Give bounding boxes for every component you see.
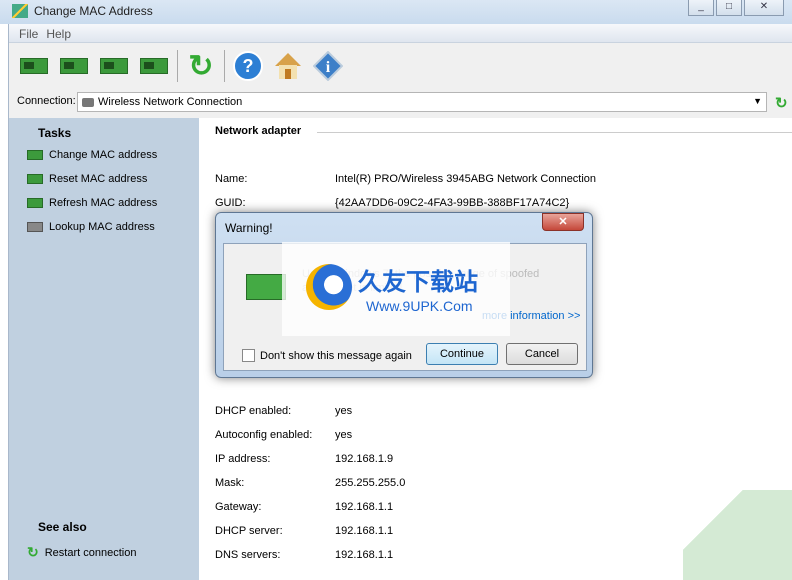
- detail-value: 192.168.1.9: [335, 453, 394, 465]
- detail-label: DNS servers:: [215, 549, 281, 561]
- detail-value: 192.168.1.1: [335, 501, 394, 513]
- network-icon: [82, 98, 94, 107]
- detail-value: Intel(R) PRO/Wireless 3945ABG Network Co…: [335, 173, 597, 185]
- network-card-tools-icon: [246, 274, 286, 300]
- connection-label: Connection:: [17, 95, 76, 107]
- menu-help[interactable]: Help: [44, 24, 77, 41]
- change-mac-button[interactable]: [17, 49, 51, 83]
- toolbar: ↻ ? i: [9, 46, 345, 86]
- svg-text:?: ?: [243, 56, 254, 76]
- binoculars-icon: [27, 222, 43, 232]
- network-card-binoculars-icon: [140, 58, 168, 74]
- network-card-stop-icon: [27, 174, 43, 184]
- tasks-title: Tasks: [38, 126, 72, 140]
- menu-file[interactable]: File: [9, 24, 44, 41]
- refresh-connections-icon[interactable]: ↻: [775, 94, 788, 112]
- home-icon: [275, 53, 301, 79]
- dialog-title: Warning!: [225, 221, 273, 235]
- toolbar-separator: [177, 50, 178, 82]
- detail-value: yes: [335, 429, 353, 441]
- network-card-pencil-icon: [27, 150, 43, 160]
- network-card-refresh-icon: [27, 198, 43, 208]
- detail-value: 192.168.1.1: [335, 525, 394, 537]
- dont-show-checkbox[interactable]: Don't show this message again: [242, 349, 412, 362]
- title-bar: Change MAC Address _ □ ✕: [0, 0, 792, 24]
- continue-button[interactable]: Continue: [426, 343, 498, 365]
- detail-value: 255.255.255.0: [335, 477, 406, 489]
- section-title: Network adapter: [215, 125, 302, 137]
- network-card-stop-icon: [60, 58, 88, 74]
- task-lookup-mac[interactable]: Lookup MAC address: [27, 221, 155, 233]
- network-card-pencil-icon: [20, 58, 48, 74]
- detail-label: Autoconfig enabled:: [215, 429, 313, 441]
- minimize-button[interactable]: _: [688, 0, 714, 16]
- close-button[interactable]: ✕: [744, 0, 784, 16]
- green-refresh-icon: ↻: [27, 544, 39, 560]
- detail-label: IP address:: [215, 453, 271, 465]
- svg-text:i: i: [326, 59, 331, 76]
- restart-connection-button[interactable]: ↻: [184, 49, 218, 83]
- app-icon: [12, 4, 28, 18]
- info-icon: i: [313, 51, 343, 81]
- sidebar: Tasks Change MAC address Reset MAC addre…: [9, 118, 199, 580]
- checkbox-box[interactable]: [242, 349, 255, 362]
- detail-label: Mask:: [215, 477, 245, 489]
- detail-label: GUID:: [215, 197, 246, 209]
- detail-label: DHCP enabled:: [215, 405, 292, 417]
- cancel-button[interactable]: Cancel: [506, 343, 578, 365]
- help-button[interactable]: ?: [231, 49, 265, 83]
- detail-label: Gateway:: [215, 501, 262, 513]
- connection-select[interactable]: Wireless Network Connection ▼: [77, 92, 767, 112]
- see-also-title: See also: [38, 520, 87, 534]
- detail-label: DHCP server:: [215, 525, 283, 537]
- home-button[interactable]: [271, 49, 305, 83]
- task-refresh-mac[interactable]: Refresh MAC address: [27, 197, 157, 209]
- question-icon: ?: [233, 51, 263, 81]
- chevron-down-icon: ▼: [753, 96, 762, 106]
- network-card-refresh-icon: [100, 58, 128, 74]
- watermark-url: Www.9UPK.Com: [366, 298, 473, 314]
- network-card-tools-image: [683, 490, 792, 580]
- green-refresh-icon: ↻: [188, 49, 214, 83]
- restart-connection-link[interactable]: ↻ Restart connection: [27, 544, 136, 561]
- reset-mac-button[interactable]: [57, 49, 91, 83]
- menu-bar: File Help: [9, 24, 792, 43]
- detail-value: {42AA7DD6-09C2-4FA3-99BB-388BF17A74C2}: [335, 197, 570, 209]
- divider: [317, 132, 792, 133]
- detail-value: yes: [335, 405, 353, 417]
- connection-value: Wireless Network Connection: [98, 96, 243, 108]
- detail-label: Name:: [215, 173, 248, 185]
- refresh-mac-button[interactable]: [97, 49, 131, 83]
- task-reset-mac[interactable]: Reset MAC address: [27, 173, 147, 185]
- watermark: 久友下载站 Www.9UPK.Com: [282, 242, 510, 336]
- dialog-close-button[interactable]: ✕: [542, 213, 584, 231]
- about-button[interactable]: i: [311, 49, 345, 83]
- task-change-mac[interactable]: Change MAC address: [27, 149, 157, 161]
- window-title: Change MAC Address: [34, 4, 153, 18]
- maximize-button[interactable]: □: [716, 0, 742, 16]
- toolbar-separator: [224, 50, 225, 82]
- lookup-mac-button[interactable]: [137, 49, 171, 83]
- watermark-text: 久友下载站: [358, 269, 478, 296]
- watermark-logo: [306, 264, 352, 310]
- detail-value: 192.168.1.1: [335, 549, 394, 561]
